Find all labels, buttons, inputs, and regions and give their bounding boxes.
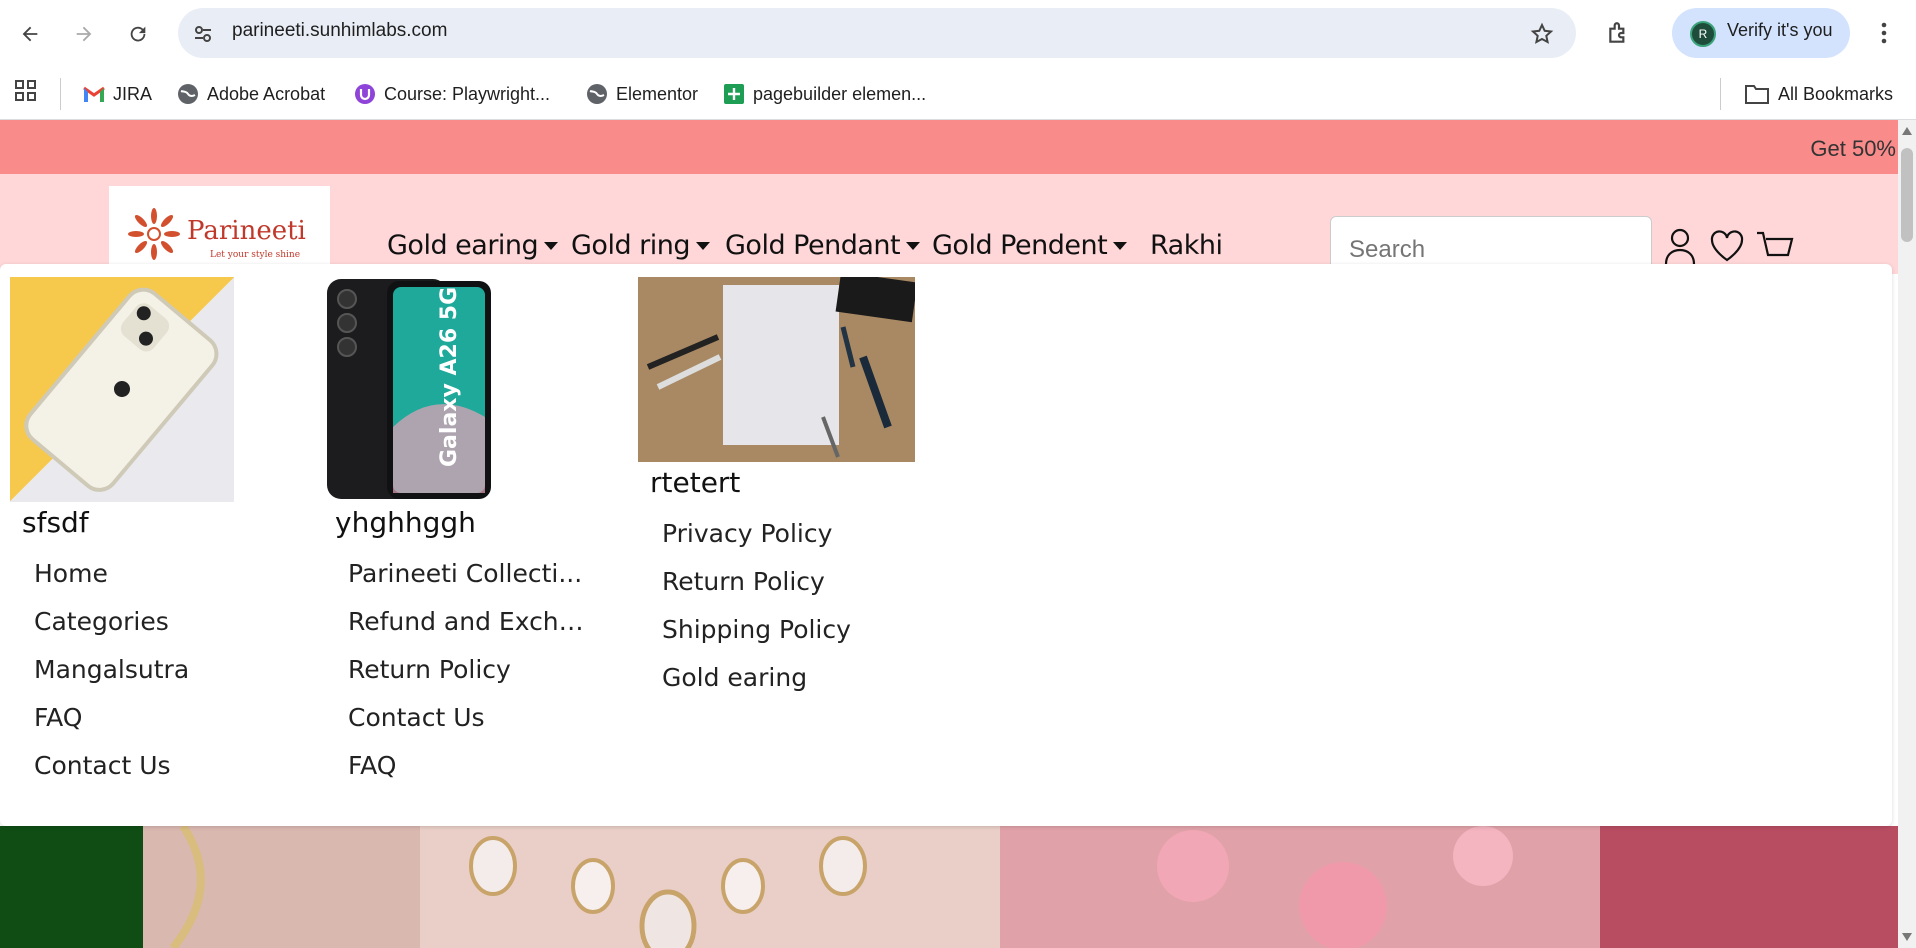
menu-link-privacy-policy[interactable]: Privacy Policy: [662, 519, 832, 548]
column-title: sfsdf: [22, 506, 89, 539]
bookmark-adobe-acrobat[interactable]: Adobe Acrobat: [177, 78, 325, 110]
promo-banner: [0, 120, 1898, 174]
menu-link-refund-exchange[interactable]: Refund and Excha...: [348, 607, 584, 636]
galaxy-phone-image: [327, 279, 491, 499]
forward-arrow-icon: [76, 26, 92, 42]
reload-button[interactable]: [118, 14, 158, 54]
caret-down-icon: [906, 241, 921, 250]
verify-label: Verify it's you: [1727, 20, 1833, 40]
nav-label: Gold Pendent: [932, 230, 1108, 261]
course-icon: [355, 84, 375, 104]
mandala-logo-icon: [128, 208, 180, 260]
bookmarks-divider: [60, 78, 61, 110]
nav-label: Gold earing: [387, 230, 539, 261]
bookmark-pagebuilder[interactable]: pagebuilder elemen...: [723, 78, 926, 110]
column-title: rtetert: [650, 466, 741, 499]
wishlist-heart-icon[interactable]: [1710, 230, 1744, 262]
nav-gold-pendent[interactable]: Gold Pendent: [932, 230, 1128, 261]
menu-link-gold-earing[interactable]: Gold earing: [662, 663, 807, 692]
back-arrow-icon: [22, 26, 38, 42]
site-logo[interactable]: Parineeti Let your style shine: [109, 186, 330, 266]
paper-pens-image: [646, 277, 915, 458]
site-info-icon[interactable]: [193, 24, 213, 44]
caret-down-icon: [544, 241, 559, 250]
forward-button[interactable]: [64, 14, 104, 54]
menu-link-categories[interactable]: Categories: [34, 607, 169, 636]
hero-banner-image: [0, 826, 1898, 948]
nav-label: Rakhi: [1150, 230, 1223, 261]
scroll-down-arrow-icon[interactable]: [1901, 932, 1913, 942]
reload-icon: [130, 26, 146, 42]
nav-gold-ring[interactable]: Gold ring: [571, 230, 711, 261]
menu-link-contact-us[interactable]: Contact Us: [348, 703, 485, 732]
white-iphone-photo[interactable]: [10, 277, 234, 502]
back-button[interactable]: [10, 14, 50, 54]
jewelry-necklace-photo: [169, 826, 1513, 948]
bookmarks-divider: [1720, 78, 1721, 110]
all-bookmarks-label: All Bookmarks: [1778, 83, 1894, 104]
sheets-icon: [724, 84, 744, 104]
paper-and-pens-photo[interactable]: [638, 277, 915, 462]
globe-icon: [587, 84, 607, 104]
bookmark-label: Elementor: [616, 83, 699, 104]
user-icon[interactable]: [1664, 228, 1696, 264]
bookmark-label: Adobe Acrobat: [207, 83, 326, 104]
menu-dots-icon[interactable]: [1874, 20, 1894, 46]
bookmark-course-playwright[interactable]: Course: Playwright...: [354, 78, 550, 110]
galaxy-a26-phone-photo[interactable]: Galaxy A26 5G: [325, 277, 495, 502]
menu-link-return-policy[interactable]: Return Policy: [348, 655, 511, 684]
globe-icon: [178, 84, 198, 104]
galaxy-image-text: Galaxy A26 5G: [437, 286, 462, 467]
menu-link-parineeti-collection[interactable]: Parineeti Collecti...: [348, 559, 584, 588]
extensions-icon[interactable]: [1606, 20, 1632, 46]
search-input[interactable]: [1347, 235, 1641, 265]
column-title: yhghhggh: [335, 506, 476, 539]
menu-link-mangalsutra[interactable]: Mangalsutra: [34, 655, 189, 684]
apps-grid-icon[interactable]: [14, 79, 38, 103]
page-scrollbar[interactable]: [1898, 120, 1916, 948]
bookmark-elementor[interactable]: Elementor: [586, 78, 698, 110]
url-text: parineeti.sunhimlabs.com: [232, 20, 448, 41]
nav-gold-earing[interactable]: Gold earing: [387, 230, 559, 261]
scrollbar-thumb[interactable]: [1901, 148, 1913, 242]
bookmark-jira[interactable]: JIRA: [83, 78, 152, 110]
menu-link-shipping-policy[interactable]: Shipping Policy: [662, 615, 851, 644]
bookmark-star-icon[interactable]: [1530, 22, 1554, 46]
browser-toolbar: parineeti.sunhimlabs.com R Verify it's y…: [0, 0, 1916, 68]
menu-link-home[interactable]: Home: [34, 559, 108, 588]
bookmark-label: JIRA: [113, 83, 153, 104]
menu-link-faq[interactable]: FAQ: [34, 703, 82, 732]
mega-menu-dropdown: sfsdf Home Categories Mangalsutra FAQ Co…: [0, 264, 1892, 826]
nav-label: Gold ring: [571, 230, 691, 261]
caret-down-icon: [1113, 241, 1128, 250]
menu-link-contact-us[interactable]: Contact Us: [34, 751, 171, 780]
bookmark-label: Course: Playwright...: [384, 83, 551, 104]
nav-gold-pendant[interactable]: Gold Pendant: [725, 230, 921, 261]
menu-link-faq[interactable]: FAQ: [348, 751, 396, 780]
all-bookmarks-button[interactable]: All Bookmarks: [1744, 78, 1893, 110]
scroll-up-arrow-icon[interactable]: [1901, 126, 1913, 136]
menu-link-return-policy[interactable]: Return Policy: [662, 567, 825, 596]
caret-down-icon: [696, 241, 711, 250]
folder-icon: [1745, 85, 1769, 104]
nav-label: Gold Pendant: [725, 230, 901, 261]
cart-icon[interactable]: [1756, 230, 1794, 266]
profile-avatar: R: [1690, 21, 1716, 47]
promo-text: Get 50%: [1810, 136, 1896, 161]
logo-name: Parineeti: [187, 216, 306, 246]
bookmark-label: pagebuilder elemen...: [753, 83, 927, 104]
logo-tagline: Let your style shine: [210, 250, 301, 260]
nav-rakhi[interactable]: Rakhi: [1150, 230, 1223, 261]
gmail-icon: [83, 86, 105, 102]
iphone-image: [24, 287, 219, 492]
